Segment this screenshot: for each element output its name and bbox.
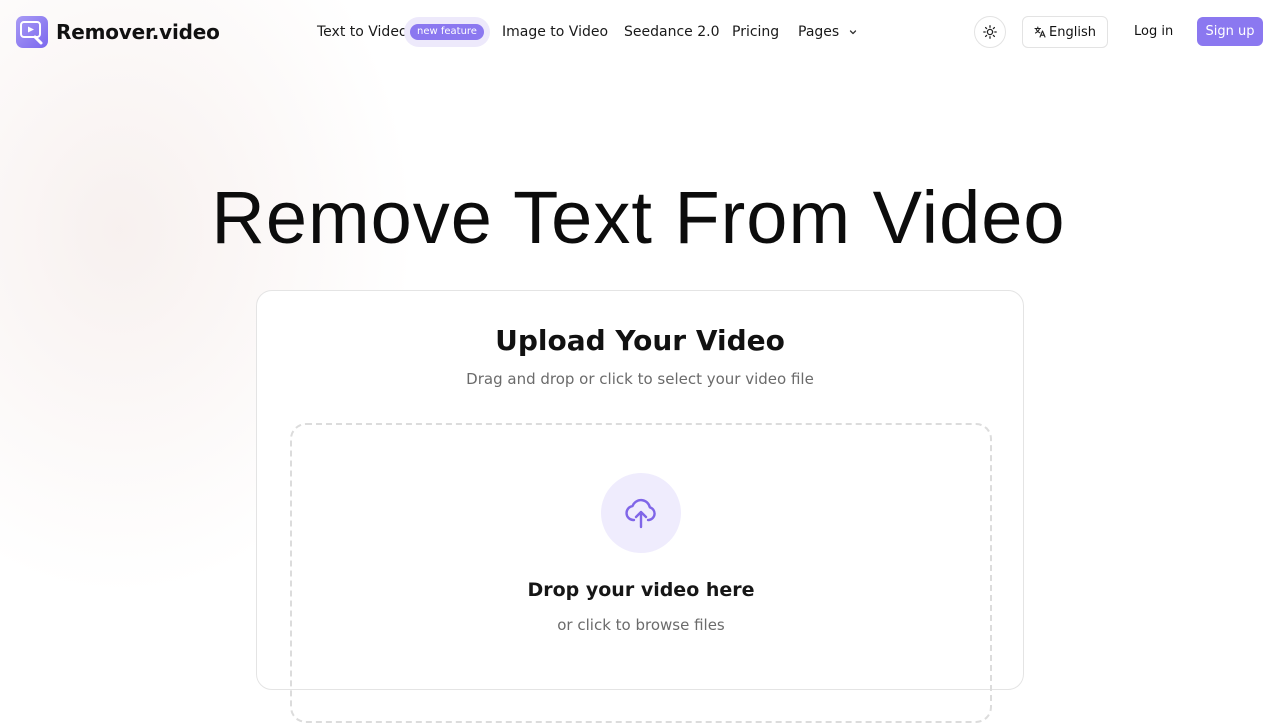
chevron-down-icon: [849, 30, 856, 35]
nav-text-to-video[interactable]: Text to Video: [317, 22, 408, 42]
new-feature-badge: new feature: [410, 24, 484, 40]
signup-button[interactable]: Sign up: [1197, 17, 1263, 46]
brand-name: Remover.video: [56, 20, 220, 44]
nav-pricing[interactable]: Pricing: [732, 22, 779, 42]
top-navbar: Remover.video Text to Video new feature …: [0, 0, 1277, 64]
upload-card: Upload Your Video Drag and drop or click…: [256, 290, 1024, 723]
sun-icon: [983, 25, 997, 39]
translate-icon: [1034, 26, 1046, 38]
upload-card-subtitle: Drag and drop or click to select your vi…: [466, 370, 814, 388]
language-select-button[interactable]: English: [1022, 16, 1108, 48]
cloud-upload-icon: [625, 498, 656, 529]
dropzone-subtitle: or click to browse files: [557, 616, 725, 634]
login-link[interactable]: Log in: [1134, 22, 1173, 42]
brand-logo[interactable]: Remover.video: [16, 16, 220, 48]
language-label: English: [1049, 24, 1096, 40]
nav-pages-label: Pages: [798, 24, 840, 40]
nav-pages-dropdown[interactable]: Pages: [798, 22, 858, 42]
theme-toggle-button[interactable]: [974, 16, 1006, 48]
new-feature-badge-wrap: new feature: [404, 17, 490, 47]
nav-image-to-video[interactable]: Image to Video: [502, 22, 608, 42]
upload-icon-circle: [601, 473, 681, 553]
hero-title: Remove Text From Video: [211, 176, 1066, 259]
upload-card-title: Upload Your Video: [495, 324, 785, 357]
dropzone-title: Drop your video here: [527, 579, 755, 601]
video-dropzone[interactable]: Drop your video here or click to browse …: [290, 423, 992, 723]
nav-seedance[interactable]: Seedance 2.0: [624, 22, 719, 42]
video-play-icon: [16, 16, 48, 48]
